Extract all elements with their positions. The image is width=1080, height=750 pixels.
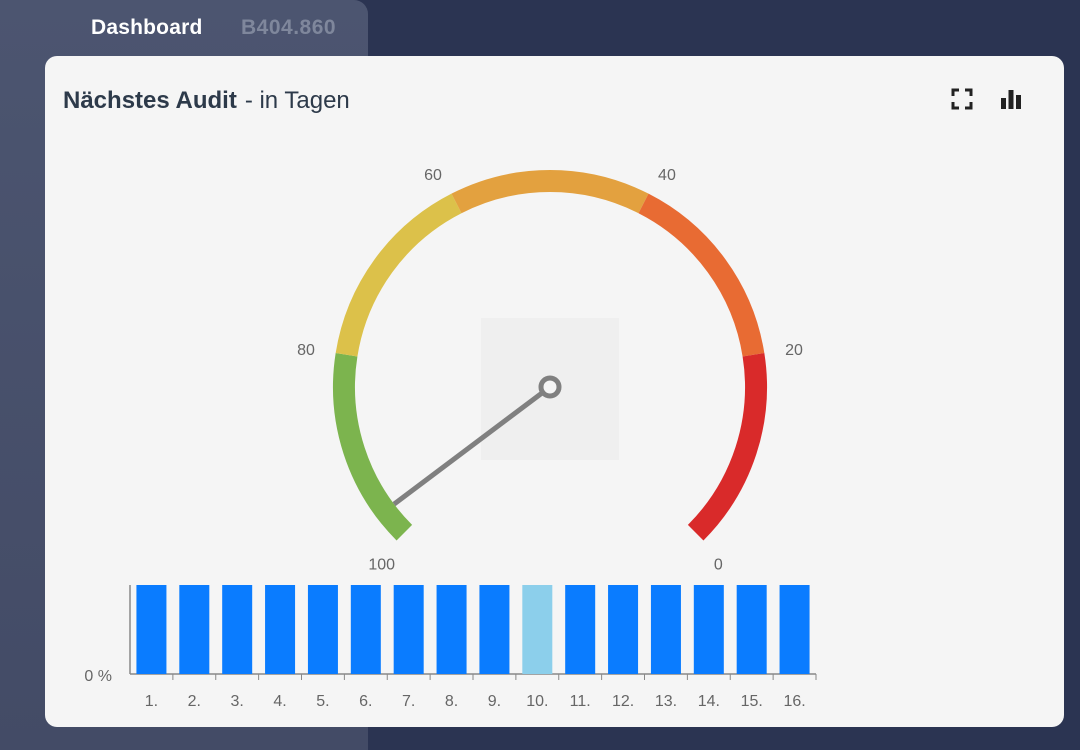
bar-category-label-4: 4. (273, 693, 286, 710)
bar-category-label-9: 9. (488, 693, 501, 710)
bar-y-tick-label: 0 % (84, 668, 112, 685)
bar-category-label-7: 7. (402, 693, 415, 710)
bar-10[interactable] (522, 585, 553, 674)
top-bar: Dashboard B404.860 (0, 0, 1080, 56)
tab-dashboard[interactable]: Dashboard (91, 16, 203, 40)
tab-object-id[interactable]: B404.860 (241, 16, 336, 40)
bar-5[interactable] (307, 585, 338, 674)
bar-category-label-2: 2. (188, 693, 201, 710)
bar-category-label-5: 5. (316, 693, 329, 710)
bar-16[interactable] (779, 585, 810, 674)
bar-category-label-13: 13. (655, 693, 677, 710)
bar-category-label-8: 8. (445, 693, 458, 710)
bar-1[interactable] (136, 585, 167, 674)
bar-2[interactable] (179, 585, 210, 674)
audit-card: Nächstes Audit - in Tagen 100 80 60 40 20 0 0 … (45, 56, 1064, 727)
bar-category-label-10: 10. (526, 693, 548, 710)
bar-13[interactable] (650, 585, 681, 674)
bar-category-label-14: 14. (698, 693, 720, 710)
history-bar-chart: 0 % 1. 2. 3. 4. 5. 6. 7. 8. 9. 10. 11. 12. 13. 14. 15.… (84, 585, 817, 710)
bar-category-label-12: 12. (612, 693, 634, 710)
bar-8[interactable] (436, 585, 467, 674)
bar-6[interactable] (350, 585, 381, 674)
bar-category-label-16: 16. (783, 693, 805, 710)
bar-12[interactable] (608, 585, 639, 674)
bar-category-label-6: 6. (359, 693, 372, 710)
bar-category-label-1: 1. (145, 693, 158, 710)
bar-4[interactable] (265, 585, 296, 674)
bar-11[interactable] (565, 585, 596, 674)
bar-15[interactable] (736, 585, 767, 674)
bar-9[interactable] (479, 585, 510, 674)
bar-category-label-15: 15. (741, 693, 763, 710)
bar-category-label-3: 3. (231, 693, 244, 710)
bar-category-label-11: 11. (570, 693, 591, 710)
bar-7[interactable] (393, 585, 424, 674)
bar-3[interactable] (222, 585, 253, 674)
bar-14[interactable] (693, 585, 724, 674)
